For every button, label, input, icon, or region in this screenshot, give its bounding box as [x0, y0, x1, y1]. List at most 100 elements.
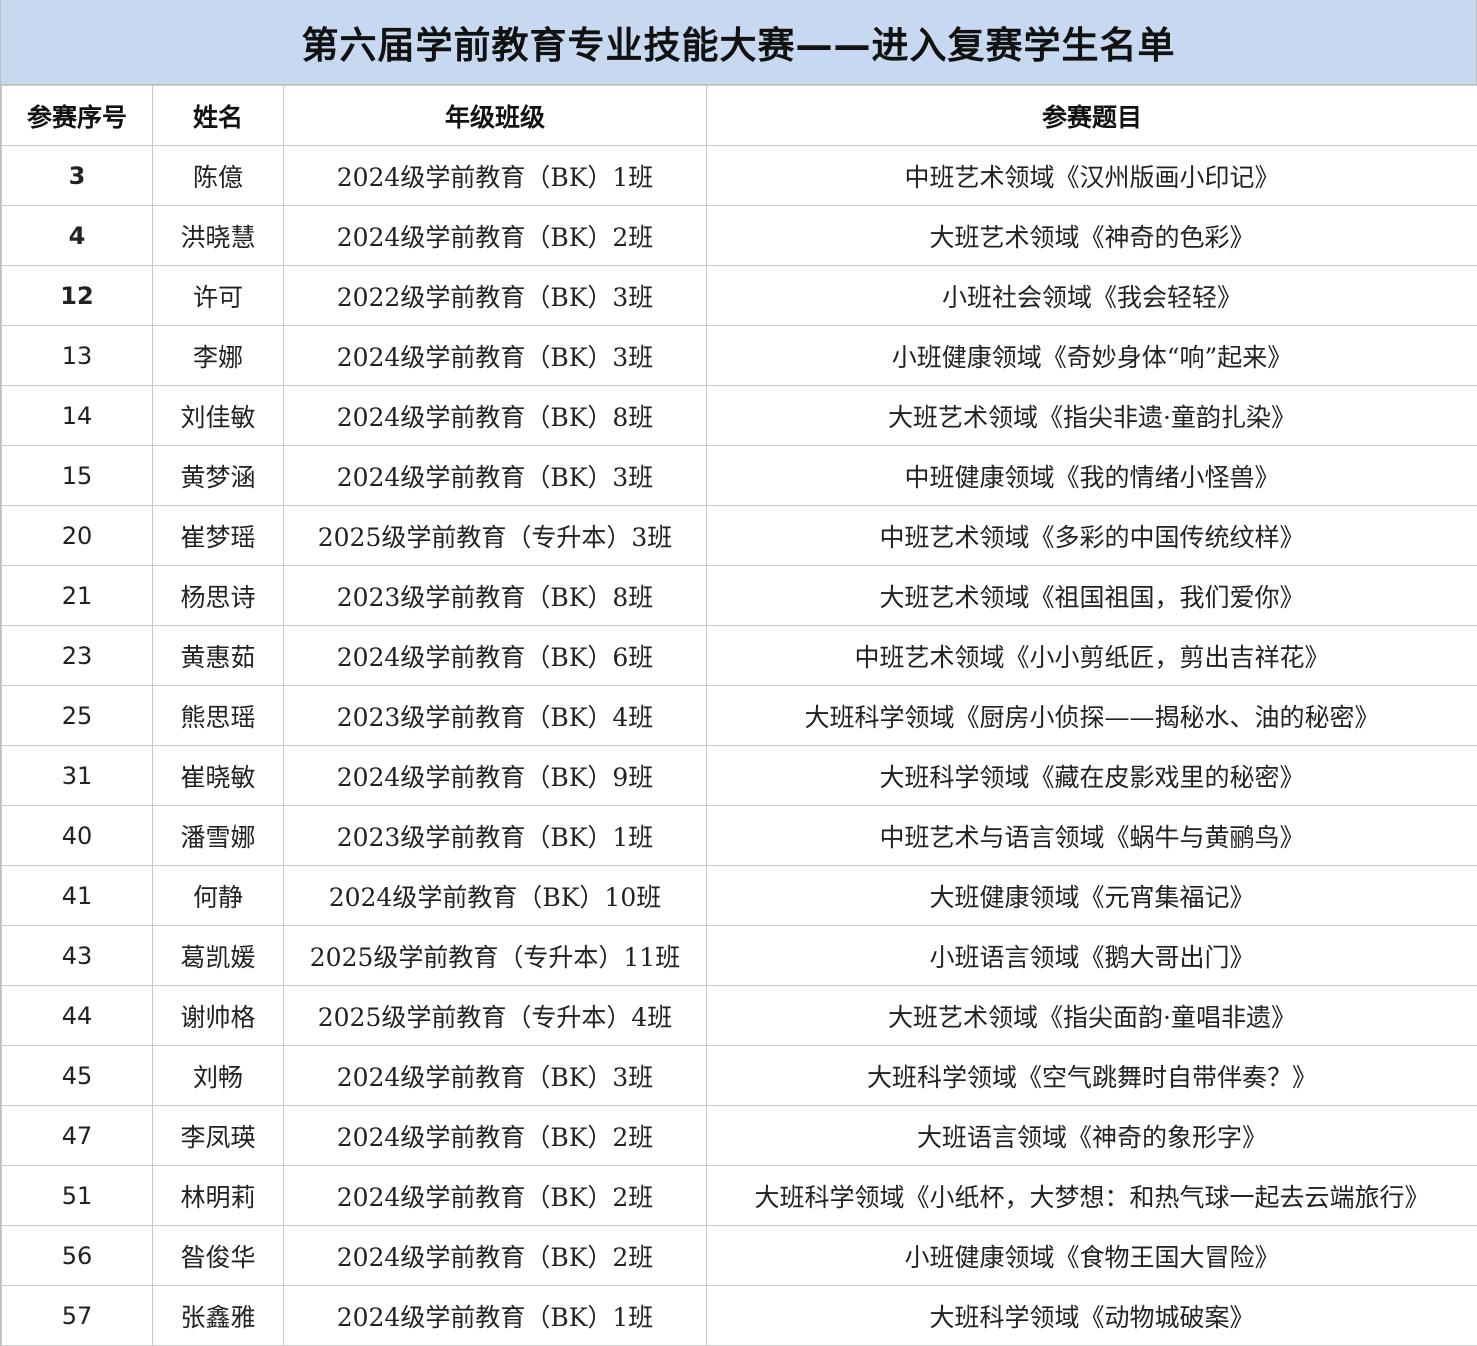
cell-topic[interactable]: 大班科学领域《空气跳舞时自带伴奏？》 — [707, 1046, 1477, 1106]
cell-seq[interactable]: 4 — [2, 206, 153, 266]
cell-class[interactable]: 2024级学前教育（BK）3班 — [284, 326, 707, 386]
cell-name[interactable]: 昝俊华 — [153, 1226, 284, 1286]
cell-topic[interactable]: 小班健康领域《奇妙身体“响”起来》 — [707, 326, 1477, 386]
cell-class[interactable]: 2023级学前教育（BK）1班 — [284, 806, 707, 866]
cell-name[interactable]: 许可 — [153, 266, 284, 326]
cell-seq[interactable]: 40 — [2, 806, 153, 866]
cell-name[interactable]: 李凤瑛 — [153, 1106, 284, 1166]
cell-class[interactable]: 2022级学前教育（BK）3班 — [284, 266, 707, 326]
cell-name[interactable]: 何静 — [153, 866, 284, 926]
cell-class[interactable]: 2025级学前教育（专升本）11班 — [284, 926, 707, 986]
spreadsheet: 第六届学前教育专业技能大赛——进入复赛学生名单 参赛序号 姓名 年级班级 参赛题… — [0, 0, 1477, 1346]
cell-class[interactable]: 2024级学前教育（BK）6班 — [284, 626, 707, 686]
cell-seq[interactable]: 13 — [2, 326, 153, 386]
cell-name[interactable]: 刘佳敏 — [153, 386, 284, 446]
cell-topic[interactable]: 大班艺术领域《指尖非遗·童韵扎染》 — [707, 386, 1477, 446]
cell-name[interactable]: 崔晓敏 — [153, 746, 284, 806]
table-row: 51林明莉2024级学前教育（BK）2班大班科学领域《小纸杯，大梦想：和热气球一… — [2, 1166, 1477, 1226]
cell-name[interactable]: 潘雪娜 — [153, 806, 284, 866]
cell-class[interactable]: 2024级学前教育（BK）2班 — [284, 1226, 707, 1286]
cell-topic[interactable]: 中班艺术领域《小小剪纸匠，剪出吉祥花》 — [707, 626, 1477, 686]
cell-name[interactable]: 谢帅格 — [153, 986, 284, 1046]
cell-seq[interactable]: 25 — [2, 686, 153, 746]
cell-seq[interactable]: 43 — [2, 926, 153, 986]
cell-name[interactable]: 陈億 — [153, 146, 284, 206]
cell-topic[interactable]: 大班科学领域《小纸杯，大梦想：和热气球一起去云端旅行》 — [707, 1166, 1477, 1226]
cell-topic[interactable]: 小班健康领域《食物王国大冒险》 — [707, 1226, 1477, 1286]
cell-topic[interactable]: 中班艺术与语言领域《蜗牛与黄鹂鸟》 — [707, 806, 1477, 866]
table-row: 31崔晓敏2024级学前教育（BK）9班大班科学领域《藏在皮影戏里的秘密》 — [2, 746, 1477, 806]
cell-topic[interactable]: 大班艺术领域《祖国祖国，我们爱你》 — [707, 566, 1477, 626]
cell-topic[interactable]: 大班健康领域《元宵集福记》 — [707, 866, 1477, 926]
table-row: 41何静2024级学前教育（BK）10班大班健康领域《元宵集福记》 — [2, 866, 1477, 926]
table-row: 23黄惠茹2024级学前教育（BK）6班中班艺术领域《小小剪纸匠，剪出吉祥花》 — [2, 626, 1477, 686]
cell-class[interactable]: 2023级学前教育（BK）4班 — [284, 686, 707, 746]
cell-class[interactable]: 2024级学前教育（BK）9班 — [284, 746, 707, 806]
cell-topic[interactable]: 中班艺术领域《多彩的中国传统纹样》 — [707, 506, 1477, 566]
cell-name[interactable]: 黄梦涵 — [153, 446, 284, 506]
cell-seq[interactable]: 20 — [2, 506, 153, 566]
cell-seq[interactable]: 15 — [2, 446, 153, 506]
header-name[interactable]: 姓名 — [153, 86, 284, 146]
cell-topic[interactable]: 大班艺术领域《指尖面韵·童唱非遗》 — [707, 986, 1477, 1046]
cell-topic[interactable]: 大班科学领域《藏在皮影戏里的秘密》 — [707, 746, 1477, 806]
cell-topic[interactable]: 大班艺术领域《神奇的色彩》 — [707, 206, 1477, 266]
cell-name[interactable]: 崔梦瑶 — [153, 506, 284, 566]
cell-class[interactable]: 2024级学前教育（BK）1班 — [284, 146, 707, 206]
cell-seq[interactable]: 3 — [2, 146, 153, 206]
cell-topic[interactable]: 中班健康领域《我的情绪小怪兽》 — [707, 446, 1477, 506]
header-topic[interactable]: 参赛题目 — [707, 86, 1477, 146]
cell-class[interactable]: 2024级学前教育（BK）2班 — [284, 1166, 707, 1226]
cell-class[interactable]: 2023级学前教育（BK）8班 — [284, 566, 707, 626]
cell-class[interactable]: 2024级学前教育（BK）10班 — [284, 866, 707, 926]
cell-class[interactable]: 2024级学前教育（BK）1班 — [284, 1286, 707, 1346]
table-row: 21杨思诗2023级学前教育（BK）8班大班艺术领域《祖国祖国，我们爱你》 — [2, 566, 1477, 626]
cell-topic[interactable]: 小班语言领域《鹅大哥出门》 — [707, 926, 1477, 986]
table-row: 15黄梦涵2024级学前教育（BK）3班中班健康领域《我的情绪小怪兽》 — [2, 446, 1477, 506]
cell-name[interactable]: 张鑫雅 — [153, 1286, 284, 1346]
cell-seq[interactable]: 57 — [2, 1286, 153, 1346]
cell-seq[interactable]: 45 — [2, 1046, 153, 1106]
cell-topic[interactable]: 大班科学领域《厨房小侦探——揭秘水、油的秘密》 — [707, 686, 1477, 746]
table-row: 43葛凯媛2025级学前教育（专升本）11班小班语言领域《鹅大哥出门》 — [2, 926, 1477, 986]
table-row: 20崔梦瑶2025级学前教育（专升本）3班中班艺术领域《多彩的中国传统纹样》 — [2, 506, 1477, 566]
page-title: 第六届学前教育专业技能大赛——进入复赛学生名单 — [1, 0, 1477, 85]
cell-topic[interactable]: 大班语言领域《神奇的象形字》 — [707, 1106, 1477, 1166]
cell-class[interactable]: 2024级学前教育（BK）3班 — [284, 1046, 707, 1106]
cell-seq[interactable]: 12 — [2, 266, 153, 326]
cell-name[interactable]: 黄惠茹 — [153, 626, 284, 686]
cell-seq[interactable]: 44 — [2, 986, 153, 1046]
cell-class[interactable]: 2025级学前教育（专升本）4班 — [284, 986, 707, 1046]
cell-class[interactable]: 2024级学前教育（BK）8班 — [284, 386, 707, 446]
cell-topic[interactable]: 大班科学领域《动物城破案》 — [707, 1286, 1477, 1346]
cell-seq[interactable]: 23 — [2, 626, 153, 686]
cell-seq[interactable]: 41 — [2, 866, 153, 926]
cell-name[interactable]: 杨思诗 — [153, 566, 284, 626]
cell-name[interactable]: 洪晓慧 — [153, 206, 284, 266]
cell-name[interactable]: 刘畅 — [153, 1046, 284, 1106]
cell-name[interactable]: 熊思瑶 — [153, 686, 284, 746]
table-row: 57张鑫雅2024级学前教育（BK）1班大班科学领域《动物城破案》 — [2, 1286, 1477, 1346]
table-row: 12许可2022级学前教育（BK）3班小班社会领域《我会轻轻》 — [2, 266, 1477, 326]
table-row: 13李娜2024级学前教育（BK）3班小班健康领域《奇妙身体“响”起来》 — [2, 326, 1477, 386]
cell-name[interactable]: 林明莉 — [153, 1166, 284, 1226]
cell-seq[interactable]: 14 — [2, 386, 153, 446]
cell-seq[interactable]: 51 — [2, 1166, 153, 1226]
header-seq[interactable]: 参赛序号 — [2, 86, 153, 146]
cell-class[interactable]: 2024级学前教育（BK）2班 — [284, 206, 707, 266]
cell-seq[interactable]: 56 — [2, 1226, 153, 1286]
cell-name[interactable]: 葛凯媛 — [153, 926, 284, 986]
cell-name[interactable]: 李娜 — [153, 326, 284, 386]
cell-seq[interactable]: 21 — [2, 566, 153, 626]
cell-seq[interactable]: 47 — [2, 1106, 153, 1166]
table-row: 3陈億2024级学前教育（BK）1班中班艺术领域《汉州版画小印记》 — [2, 146, 1477, 206]
cell-class[interactable]: 2024级学前教育（BK）3班 — [284, 446, 707, 506]
cell-topic[interactable]: 小班社会领域《我会轻轻》 — [707, 266, 1477, 326]
cell-seq[interactable]: 31 — [2, 746, 153, 806]
table-row: 47李凤瑛2024级学前教育（BK）2班大班语言领域《神奇的象形字》 — [2, 1106, 1477, 1166]
header-class[interactable]: 年级班级 — [284, 86, 707, 146]
cell-class[interactable]: 2024级学前教育（BK）2班 — [284, 1106, 707, 1166]
table-row: 14刘佳敏2024级学前教育（BK）8班大班艺术领域《指尖非遗·童韵扎染》 — [2, 386, 1477, 446]
cell-class[interactable]: 2025级学前教育（专升本）3班 — [284, 506, 707, 566]
cell-topic[interactable]: 中班艺术领域《汉州版画小印记》 — [707, 146, 1477, 206]
